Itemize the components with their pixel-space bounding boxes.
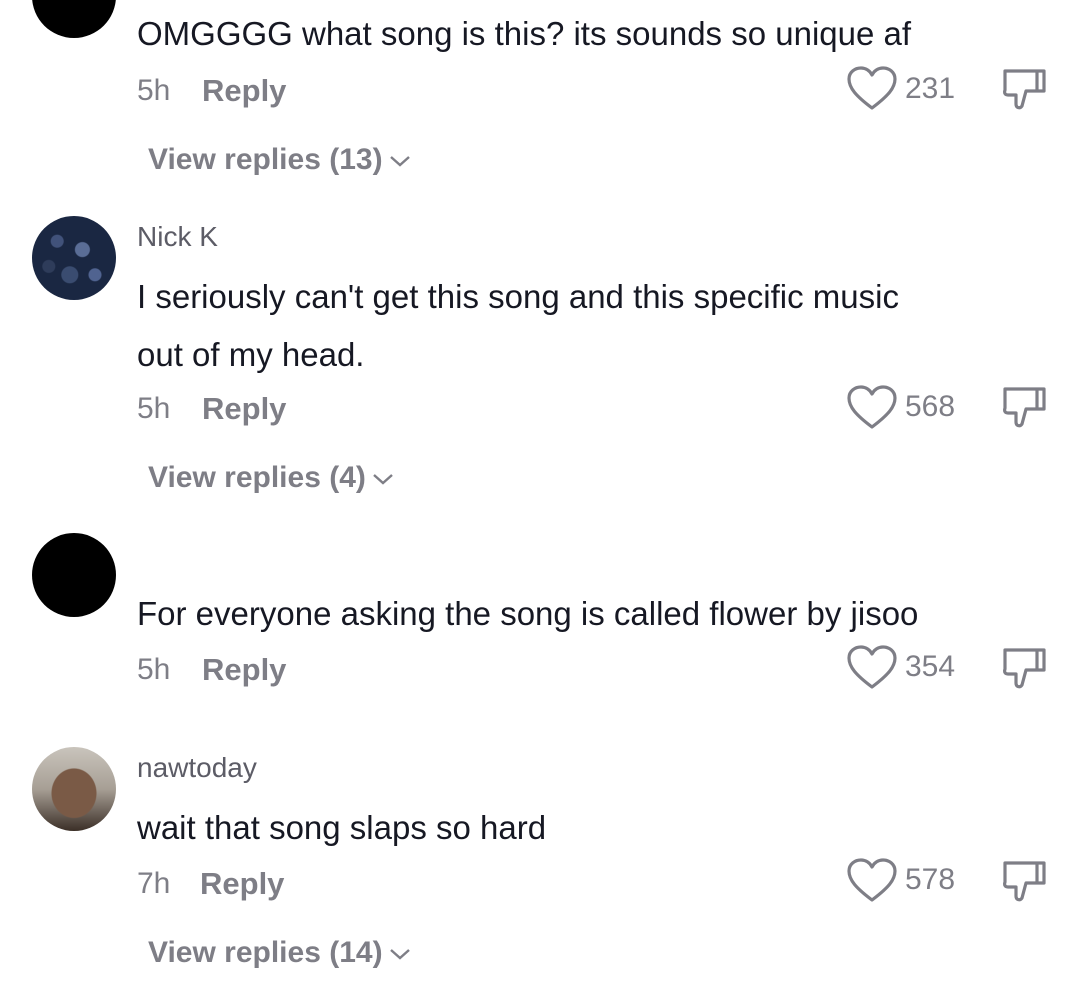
heart-outline-icon[interactable] [846, 66, 898, 112]
like-count: 354 [905, 650, 956, 683]
view-replies-button[interactable]: View replies (4) [148, 461, 394, 495]
comment-text: wait that song slaps so hard [137, 809, 547, 846]
reply-button[interactable]: Reply [202, 652, 286, 688]
like-count: 568 [905, 390, 956, 423]
heart-outline-icon[interactable] [846, 858, 898, 904]
comment-text: For everyone asking the song is called f… [137, 595, 919, 632]
like-count: 578 [905, 863, 956, 896]
like-count: 231 [905, 72, 956, 105]
comment-text-line1: I seriously can't get this song and this… [137, 278, 899, 315]
reply-button[interactable]: Reply [202, 73, 286, 109]
comment-timestamp: 5h [137, 74, 171, 107]
view-replies-label: View replies (14) [148, 936, 383, 969]
comment-avatar[interactable] [32, 0, 116, 38]
reply-button[interactable]: Reply [200, 866, 284, 902]
view-replies-label: View replies (4) [148, 461, 366, 494]
comment-timestamp: 5h [137, 392, 171, 425]
comment-text: OMGGGG what song is this? its sounds so … [137, 15, 912, 52]
comment-username[interactable]: Nick K [137, 221, 218, 253]
chevron-down-icon [389, 949, 410, 960]
heart-outline-icon[interactable] [846, 385, 898, 431]
view-replies-button[interactable]: View replies (13) [148, 143, 411, 177]
thumbs-down-icon[interactable] [1000, 66, 1048, 112]
view-replies-button[interactable]: View replies (14) [148, 936, 411, 970]
chevron-down-icon [373, 474, 393, 485]
thumbs-down-icon[interactable] [1000, 645, 1048, 691]
comment-timestamp: 5h [137, 653, 171, 686]
comment-text-line2: out of my head. [137, 336, 365, 373]
comment-timestamp: 7h [137, 867, 171, 900]
comment-avatar[interactable] [32, 216, 116, 300]
reply-button[interactable]: Reply [202, 391, 286, 427]
thumbs-down-icon[interactable] [1000, 858, 1048, 904]
view-replies-label: View replies (13) [148, 143, 383, 176]
chevron-down-icon [389, 156, 410, 167]
comment-avatar[interactable] [32, 533, 116, 617]
heart-outline-icon[interactable] [846, 645, 898, 691]
thumbs-down-icon[interactable] [1000, 384, 1048, 430]
comment-avatar[interactable] [32, 747, 116, 831]
comment-username[interactable]: nawtoday [137, 752, 257, 784]
